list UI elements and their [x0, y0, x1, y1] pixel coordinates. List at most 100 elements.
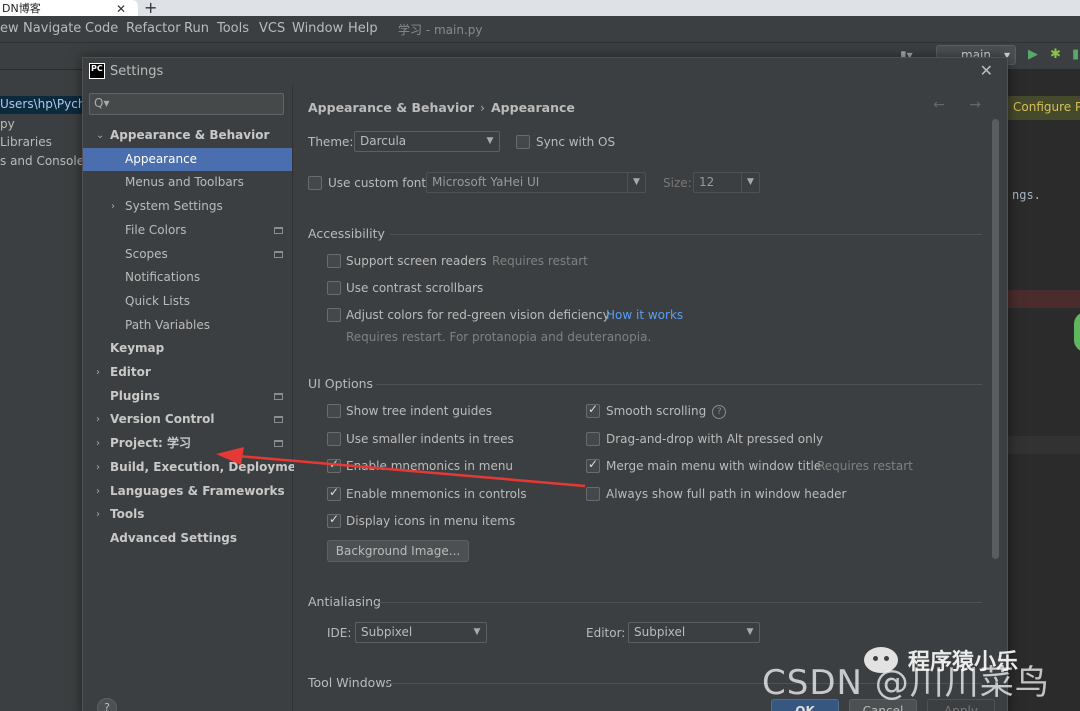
- contrast-scrollbars-checkbox[interactable]: [327, 281, 341, 295]
- mnemonics-controls-checkbox[interactable]: [327, 485, 341, 501]
- menu-window[interactable]: Window: [292, 21, 343, 36]
- sidebar-item-label: Version Control: [110, 412, 215, 427]
- menu-run[interactable]: Run: [184, 21, 209, 36]
- sidebar-item-keymap[interactable]: Keymap: [83, 337, 292, 360]
- sidebar-item-system-settings[interactable]: › System Settings: [83, 195, 292, 218]
- full-path-label: Always show full path in window header: [606, 487, 847, 501]
- chevron-right-icon[interactable]: ›: [111, 195, 115, 218]
- menu-icons-checkbox[interactable]: [327, 512, 341, 528]
- search-input[interactable]: [108, 96, 278, 112]
- content-scrollbar[interactable]: [992, 119, 999, 559]
- menu-tools[interactable]: Tools: [217, 21, 249, 36]
- tree-indent-guides-checkbox[interactable]: [327, 404, 341, 418]
- menu-code[interactable]: Code: [85, 21, 118, 36]
- scratches-item[interactable]: s and Consoles: [0, 154, 90, 168]
- settings-search[interactable]: Q▾: [89, 93, 284, 115]
- project-root-item[interactable]: Users\hp\Pycha: [0, 96, 93, 114]
- help-button[interactable]: ?: [97, 698, 117, 711]
- full-path-checkbox[interactable]: [586, 487, 600, 501]
- font-select[interactable]: Microsoft YaHei UI ▼: [426, 172, 646, 193]
- sidebar-item-quick-lists[interactable]: Quick Lists: [83, 290, 292, 313]
- chevron-right-icon[interactable]: ›: [96, 432, 100, 455]
- editor-code-fragment: ngs.: [1012, 188, 1041, 202]
- how-it-works-link[interactable]: How it works: [606, 308, 683, 322]
- sidebar-item-path-variables[interactable]: Path Variables: [83, 314, 292, 337]
- menu-navigate[interactable]: Navigate: [23, 21, 81, 36]
- menu-view[interactable]: ew: [0, 21, 19, 36]
- coverage-icon[interactable]: ▮: [1072, 47, 1079, 62]
- close-icon[interactable]: ✕: [980, 61, 993, 80]
- sidebar-item-label: System Settings: [125, 199, 223, 214]
- back-forward-arrows[interactable]: ← →: [933, 97, 991, 113]
- sidebar-item-menus-and-toolbars[interactable]: Menus and Toolbars: [83, 171, 292, 194]
- ide-aa-select[interactable]: Subpixel ▼: [355, 622, 487, 643]
- editor-aa-label: Editor:: [586, 626, 626, 640]
- drag-drop-alt-checkbox[interactable]: [586, 432, 600, 446]
- ide-aa-value: Subpixel: [361, 625, 413, 639]
- sidebar-item-advanced-settings[interactable]: Advanced Settings: [83, 527, 292, 550]
- sidebar-item-appearance[interactable]: Appearance: [83, 147, 292, 171]
- sidebar-item-label: Appearance: [125, 151, 198, 166]
- chevron-down-icon[interactable]: ⌄: [96, 124, 104, 147]
- debug-icon[interactable]: ✱: [1050, 47, 1061, 62]
- screen-readers-checkbox[interactable]: [327, 254, 341, 268]
- custom-font-checkbox[interactable]: [308, 176, 322, 190]
- browser-tab-title: DN博客: [2, 2, 41, 15]
- sidebar-item-notifications[interactable]: Notifications: [83, 266, 292, 289]
- sidebar-item-file-colors[interactable]: File Colors: [83, 219, 292, 242]
- accessibility-title: Accessibility: [308, 226, 385, 241]
- red-green-checkbox[interactable]: [327, 308, 341, 322]
- sidebar-item-label: Advanced Settings: [110, 530, 238, 545]
- project-level-icon: [274, 250, 283, 258]
- project-file-item[interactable]: py: [0, 117, 15, 131]
- antialiasing-title: Antialiasing: [308, 594, 381, 609]
- sidebar-item-label: Editor: [110, 365, 151, 379]
- font-size-select[interactable]: 12 ▼: [693, 172, 760, 193]
- chevron-right-icon[interactable]: ›: [96, 408, 100, 431]
- sidebar-item-plugins[interactable]: Plugins: [83, 385, 292, 408]
- merge-main-menu-checkbox[interactable]: [586, 457, 600, 473]
- font-size-value: 12: [699, 175, 715, 189]
- sidebar-item-label: File Colors: [125, 222, 187, 237]
- sidebar-item-label: Plugins: [110, 388, 160, 403]
- chevron-right-icon[interactable]: ›: [96, 456, 100, 479]
- sidebar-item-scopes[interactable]: Scopes: [83, 243, 292, 266]
- sidebar-item-appearance-behavior[interactable]: ⌄ Appearance & Behavior: [83, 124, 292, 147]
- menu-refactor[interactable]: Refactor: [126, 21, 181, 36]
- editor-aa-select[interactable]: Subpixel ▼: [628, 622, 760, 643]
- new-tab-button[interactable]: +: [144, 0, 157, 17]
- chevron-right-icon[interactable]: ›: [96, 503, 100, 526]
- menu-help[interactable]: Help: [348, 21, 378, 36]
- mnemonics-menu-label: Enable mnemonics in menu: [346, 459, 514, 473]
- section-divider: [376, 384, 982, 385]
- sync-os-checkbox[interactable]: [516, 135, 530, 149]
- menu-vcs[interactable]: VCS: [259, 21, 285, 36]
- sidebar-item-tools[interactable]: › Tools: [83, 503, 292, 526]
- breadcrumb: Appearance & Behavior › Appearance: [308, 100, 575, 115]
- sidebar-item-editor[interactable]: › Editor: [83, 361, 292, 384]
- csdn-watermark: CSDN @川川菜鸟: [762, 663, 1050, 703]
- run-icon[interactable]: ▶: [1028, 47, 1038, 62]
- chevron-right-icon[interactable]: ›: [96, 480, 100, 503]
- breadcrumb-parent[interactable]: Appearance & Behavior: [308, 100, 474, 115]
- mnemonics-menu-checkbox[interactable]: [327, 457, 341, 473]
- breadcrumb-current: Appearance: [491, 100, 575, 115]
- sidebar-item-label: Quick Lists: [125, 293, 190, 308]
- background-image-button[interactable]: Background Image...: [327, 540, 469, 562]
- external-libraries-item[interactable]: Libraries: [0, 135, 52, 149]
- help-icon[interactable]: ?: [712, 405, 727, 419]
- project-panel: Users\hp\Pycha py Libraries s and Consol…: [0, 70, 93, 711]
- sidebar-item-version-control[interactable]: › Version Control: [83, 408, 292, 431]
- chevron-right-icon[interactable]: ›: [96, 361, 100, 384]
- sidebar-item-build-execution-deployment[interactable]: › Build, Execution, Deployment: [83, 456, 310, 479]
- configure-interpreter-link[interactable]: Configure Py: [1008, 96, 1080, 120]
- sidebar-item-project[interactable]: › Project: 学习: [83, 432, 292, 455]
- contrast-scrollbars-label: Use contrast scrollbars: [346, 281, 484, 295]
- editor-error-line: [1008, 290, 1080, 308]
- theme-select[interactable]: Darcula ▼: [354, 131, 500, 152]
- smaller-indents-checkbox[interactable]: [327, 432, 341, 446]
- smooth-scrolling-checkbox[interactable]: [586, 402, 600, 418]
- sidebar-item-label: Keymap: [110, 341, 165, 356]
- sidebar-item-languages-frameworks[interactable]: › Languages & Frameworks: [83, 480, 292, 503]
- red-green-label: Adjust colors for red-green vision defic…: [346, 308, 610, 322]
